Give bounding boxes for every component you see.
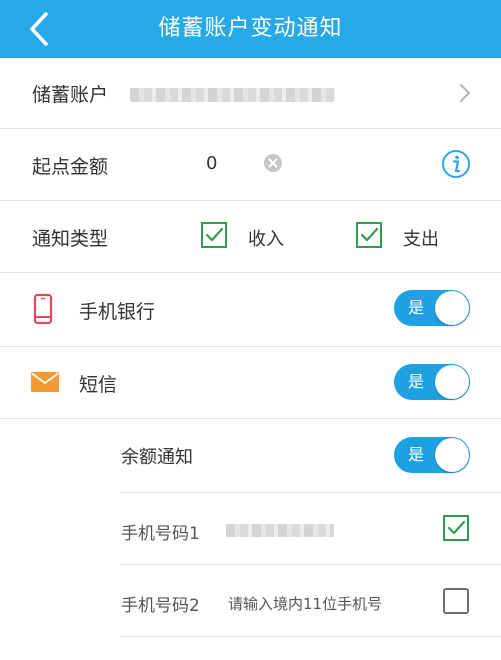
chevron-right-icon — [460, 84, 470, 102]
income-checkbox[interactable] — [201, 222, 227, 248]
sms-toggle[interactable]: 是 — [394, 364, 470, 400]
toggle-state-label: 是 — [408, 445, 425, 464]
toggle-knob — [435, 365, 469, 399]
phone-2-checkbox[interactable] — [443, 588, 469, 614]
account-row[interactable]: 储蓄账户 — [0, 58, 501, 128]
notify-type-label: 通知类型 — [32, 228, 109, 250]
channel-row-mobile-banking: 手机银行 是 — [0, 272, 501, 346]
phone-1-number-masked — [226, 524, 334, 537]
toggle-state-label: 是 — [408, 372, 425, 391]
clear-icon[interactable] — [263, 153, 283, 173]
phone-1-checkbox[interactable] — [443, 515, 469, 541]
page-title: 储蓄账户变动通知 — [158, 16, 343, 41]
phone-row-2: 手机号码2 请输入境内11位手机号 — [0, 564, 501, 636]
toggle-state-label: 是 — [408, 298, 425, 317]
expense-label: 支出 — [403, 229, 439, 250]
phone-row-1: 手机号码1 — [0, 492, 501, 564]
channel-label-mobile-banking: 手机银行 — [79, 301, 156, 323]
amount-row: 起点金额 0 — [0, 128, 501, 200]
info-icon[interactable] — [441, 149, 471, 179]
channel-label-sms: 短信 — [79, 374, 118, 396]
balance-notify-label: 余额通知 — [121, 447, 193, 468]
toggle-knob — [435, 438, 469, 472]
balance-notify-row: 余额通知 是 — [0, 418, 501, 492]
account-number-masked — [130, 88, 335, 102]
divider — [121, 636, 501, 637]
toggle-knob — [435, 291, 469, 325]
channel-row-sms: 短信 是 — [0, 346, 501, 418]
phone-1-label: 手机号码1 — [121, 524, 200, 544]
amount-label: 起点金额 — [32, 156, 109, 178]
expense-checkbox[interactable] — [356, 222, 382, 248]
envelope-icon — [31, 372, 59, 392]
income-label: 收入 — [248, 229, 284, 250]
amount-input[interactable]: 0 — [206, 153, 217, 174]
mobile-banking-toggle[interactable]: 是 — [394, 290, 470, 326]
phone-2-label: 手机号码2 — [121, 596, 200, 616]
phone-icon — [33, 293, 53, 325]
notify-type-row: 通知类型 收入 支出 — [0, 200, 501, 272]
title-bar: 储蓄账户变动通知 — [0, 0, 501, 58]
phone-2-input[interactable]: 请输入境内11位手机号 — [228, 593, 382, 614]
balance-notify-toggle[interactable]: 是 — [394, 437, 470, 473]
account-label: 储蓄账户 — [32, 84, 109, 106]
